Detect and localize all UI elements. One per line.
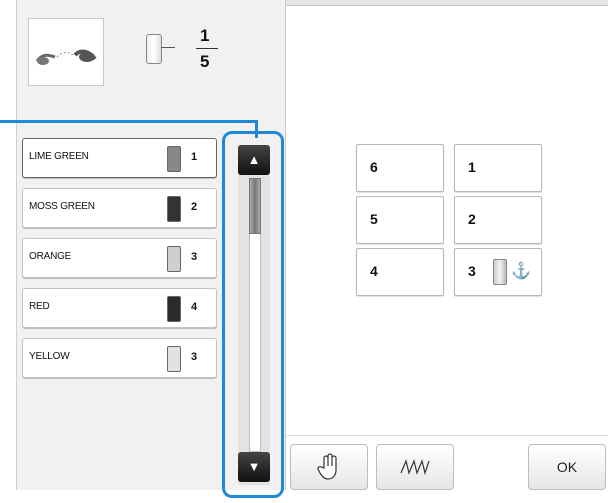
thread-spool-icon (493, 259, 507, 285)
embroidery-color-screen: 1 5 LIME GREEN 1 MOSS GREEN 2 ORANGE 3 RED 4 YEL… (0, 0, 608, 503)
thread-color-list: LIME GREEN 1 MOSS GREEN 2 ORANGE 3 RED 4 YELLOW 3 (22, 138, 217, 388)
needle-label: 1 (468, 159, 476, 175)
scrollbar-highlight (222, 131, 284, 498)
color-name: ORANGE (29, 251, 72, 262)
color-list-item[interactable]: ORANGE 3 (22, 238, 217, 278)
needle-button-6[interactable]: 6 (356, 144, 444, 192)
color-name: YELLOW (29, 351, 70, 362)
color-list-item[interactable]: YELLOW 3 (22, 338, 217, 378)
color-name: LIME GREEN (29, 151, 89, 162)
needle-label: 3 (468, 263, 476, 279)
spool-icon (146, 34, 162, 64)
stitch-button[interactable] (376, 444, 454, 490)
color-name: MOSS GREEN (29, 201, 95, 212)
stitch-icon (400, 459, 430, 476)
anchor-icon: ⚓ (511, 263, 531, 280)
needle-button-3[interactable]: 3 ⚓ (454, 248, 542, 296)
needle-label: 4 (370, 263, 378, 279)
needle-bar-grid: 6 1 5 2 4 3 ⚓ (356, 144, 542, 296)
needle-number: 4 (191, 301, 198, 313)
needle-label: 5 (370, 211, 378, 227)
needle-number: 1 (191, 151, 198, 163)
hand-icon (317, 453, 337, 480)
total-color-number: 5 (200, 52, 210, 71)
pattern-preview-icon (35, 49, 97, 65)
thread-spool-icon (167, 196, 181, 222)
thread-spool-icon (167, 346, 181, 372)
color-list-item[interactable]: LIME GREEN 1 (22, 138, 217, 178)
pattern-thumbnail (28, 18, 104, 86)
thread-spool-icon (167, 296, 181, 322)
needle-number: 2 (191, 201, 198, 213)
needle-label: 2 (468, 211, 476, 227)
thread-spool-icon (167, 246, 181, 272)
needle-label: 6 (370, 159, 378, 175)
color-name: RED (29, 301, 50, 312)
needle-button-4[interactable]: 4 (356, 248, 444, 296)
ok-button[interactable]: OK (528, 444, 606, 490)
callout-line (0, 120, 258, 123)
color-list-item[interactable]: RED 4 (22, 288, 217, 328)
needle-number: 3 (191, 251, 198, 263)
needle-number: 3 (191, 351, 198, 363)
color-counter: 1 5 (146, 26, 236, 76)
needle-button-1[interactable]: 1 (454, 144, 542, 192)
needle-button-5[interactable]: 5 (356, 196, 444, 244)
thread-spool-icon (167, 146, 181, 172)
current-color-number: 1 (200, 26, 210, 45)
color-list-item[interactable]: MOSS GREEN 2 (22, 188, 217, 228)
hand-button[interactable] (290, 444, 368, 490)
needle-button-2[interactable]: 2 (454, 196, 542, 244)
